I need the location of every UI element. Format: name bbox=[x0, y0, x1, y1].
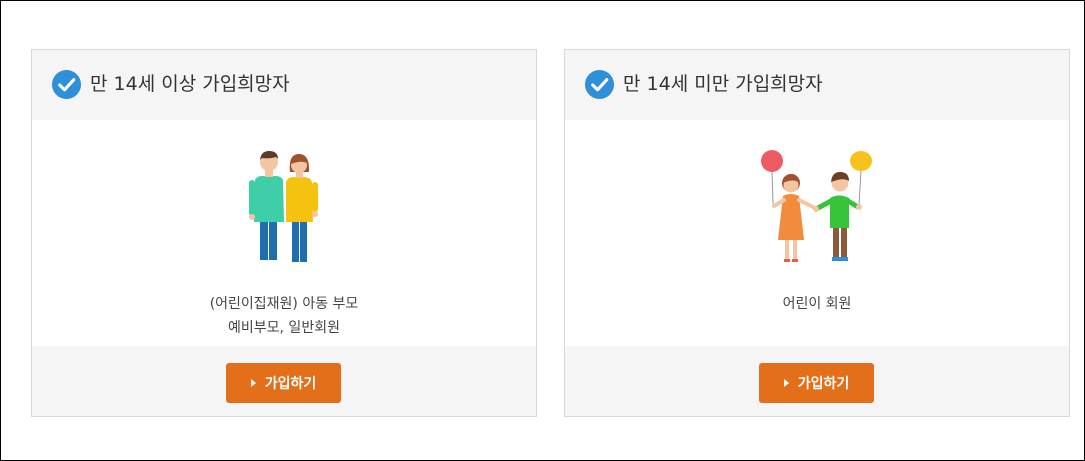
check-circle-icon bbox=[51, 69, 82, 100]
adult-couple-illustration bbox=[249, 151, 318, 262]
triangle-right-icon bbox=[250, 379, 256, 387]
check-circle-icon bbox=[584, 69, 615, 100]
card-title: 만 14세 이상 가입희망자 bbox=[90, 73, 290, 95]
card-footer: 가입하기 bbox=[32, 346, 536, 416]
description-line: 어린이 회원 bbox=[782, 296, 852, 312]
signup-card-child: 만 14세 미만 가입희망자 어린이 회원 가입하기 bbox=[564, 49, 1070, 417]
description-line: 예비부모, 일반회원 bbox=[228, 320, 340, 336]
join-button-child[interactable]: 가입하기 bbox=[759, 363, 874, 403]
description-line: (어린이집재원) 아동 부모 bbox=[209, 296, 359, 312]
triangle-right-icon bbox=[783, 379, 789, 387]
join-button-label: 가입하기 bbox=[264, 376, 317, 392]
card-title: 만 14세 미만 가입희망자 bbox=[623, 73, 823, 95]
card-description: 어린이 회원 bbox=[565, 292, 1069, 316]
join-button-label: 가입하기 bbox=[797, 376, 850, 392]
card-description: (어린이집재원) 아동 부모 예비부모, 일반회원 bbox=[32, 292, 536, 340]
page-frame: 만 14세 이상 가입희망자 (어린이집재원) 아동 부모 예비부모, 일반회원… bbox=[0, 0, 1085, 461]
join-button-adult[interactable]: 가입하기 bbox=[226, 363, 341, 403]
signup-card-adult: 만 14세 이상 가입희망자 (어린이집재원) 아동 부모 예비부모, 일반회원… bbox=[31, 49, 537, 417]
card-header: 만 14세 미만 가입희망자 bbox=[565, 50, 1069, 120]
children-with-balloons-illustration bbox=[761, 150, 872, 262]
card-footer: 가입하기 bbox=[565, 346, 1069, 416]
card-header: 만 14세 이상 가입희망자 bbox=[32, 50, 536, 120]
